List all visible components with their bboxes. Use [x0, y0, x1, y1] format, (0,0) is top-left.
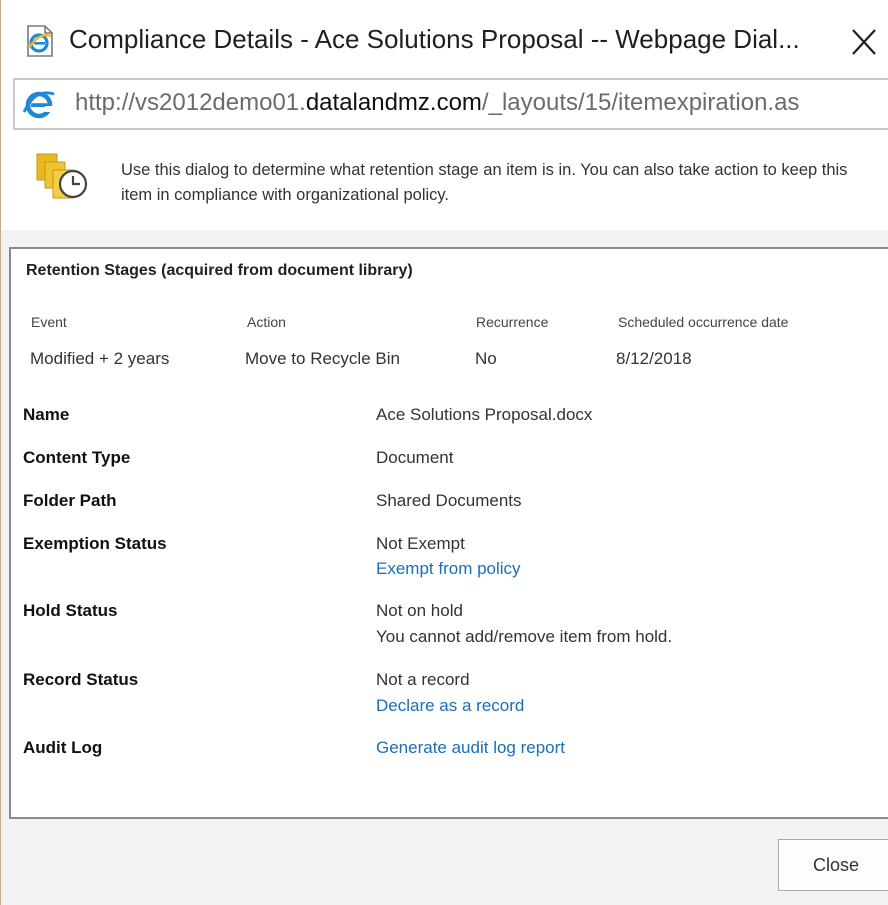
retention-action: Move to Recycle Bin	[245, 349, 400, 368]
folder-path-label: Folder Path	[23, 491, 117, 510]
name-label: Name	[23, 405, 70, 424]
col-date-header: Scheduled occurrence date	[618, 314, 789, 330]
retention-event: Modified + 2 years	[30, 349, 170, 368]
generate-audit-report-link[interactable]: Generate audit log report	[376, 738, 565, 758]
details-panel	[9, 247, 888, 819]
record-status-label: Record Status	[23, 670, 139, 689]
title-bar: Compliance Details - Ace Solutions Propo…	[1, 0, 888, 84]
exempt-from-policy-link[interactable]: Exempt from policy	[376, 559, 521, 579]
declare-record-link[interactable]: Declare as a record	[376, 696, 524, 716]
col-action-header: Action	[247, 314, 286, 330]
content-type-value: Document	[376, 448, 454, 467]
address-url[interactable]: http://vs2012demo01.datalandmz.com/_layo…	[75, 89, 799, 117]
folder-path-value: Shared Documents	[376, 491, 522, 510]
retention-date: 8/12/2018	[616, 349, 692, 368]
name-value: Ace Solutions Proposal.docx	[376, 405, 593, 424]
hold-status-label: Hold Status	[23, 601, 118, 620]
record-status-value: Not a record	[376, 670, 470, 689]
ie-logo-icon	[21, 86, 57, 122]
compliance-clock-icon	[35, 152, 93, 206]
window-title: Compliance Details - Ace Solutions Propo…	[69, 24, 800, 54]
dialog-window: Compliance Details - Ace Solutions Propo…	[0, 0, 888, 905]
close-icon[interactable]	[847, 22, 883, 62]
url-domain: datalandmz.com	[305, 89, 482, 116]
retention-recurrence: No	[475, 349, 497, 368]
ie-page-icon	[25, 24, 55, 58]
url-prefix: http://vs2012demo01.	[75, 89, 306, 116]
retention-heading: Retention Stages (acquired from document…	[26, 262, 413, 279]
col-event-header: Event	[31, 314, 67, 330]
exemption-status-value: Not Exempt	[376, 534, 465, 553]
hold-status-value: Not on hold	[376, 601, 463, 620]
hold-status-note: You cannot add/remove item from hold.	[376, 627, 673, 646]
audit-log-label: Audit Log	[23, 738, 103, 757]
exemption-status-label: Exemption Status	[23, 534, 167, 553]
url-suffix: /_layouts/15/itemexpiration.as	[481, 89, 800, 116]
col-recurrence-header: Recurrence	[476, 314, 549, 330]
close-button[interactable]: Close	[778, 839, 888, 891]
intro-description: Use this dialog to determine what retent…	[121, 161, 848, 204]
content-type-label: Content Type	[23, 448, 131, 467]
address-bar[interactable]: http://vs2012demo01.datalandmz.com/_layo…	[13, 78, 888, 130]
